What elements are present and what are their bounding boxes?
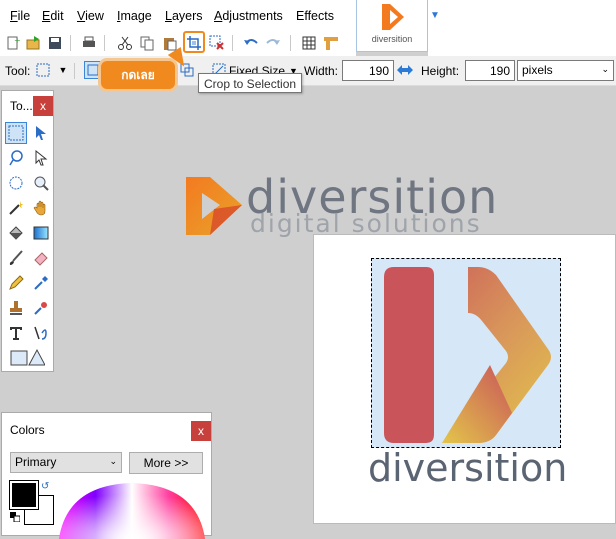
crop-button-highlight	[183, 31, 205, 53]
move-selected-tool-icon[interactable]	[30, 122, 52, 144]
shapes-tool-icon[interactable]	[5, 346, 49, 368]
eraser-tool-icon[interactable]	[30, 247, 52, 269]
menu-effects[interactable]: Effects	[296, 9, 334, 23]
clone-stamp-tool-icon[interactable]	[5, 297, 27, 319]
units-select[interactable]: pixels ⌄	[517, 60, 614, 81]
pencil-tool-icon[interactable]	[5, 272, 27, 294]
line-curve-tool-icon[interactable]	[30, 322, 52, 344]
menu-layers[interactable]: Layers	[165, 9, 203, 23]
ellipse-select-tool-icon[interactable]	[5, 172, 27, 194]
menu-view[interactable]: View	[77, 9, 104, 23]
undo-icon[interactable]	[242, 34, 260, 52]
grid-icon[interactable]	[300, 34, 318, 52]
paintbrush-tool-icon[interactable]	[5, 247, 27, 269]
primary-color-swatch[interactable]	[9, 480, 39, 510]
ruler-icon[interactable]	[322, 34, 340, 52]
colors-panel: Colors x Primary ⌄ More >> ↺	[1, 412, 212, 539]
more-colors-button[interactable]: More >>	[129, 452, 203, 474]
color-mode-value: Primary	[15, 455, 57, 469]
document-tab[interactable]: diversition	[356, 0, 428, 52]
recolor-tool-icon[interactable]	[30, 297, 52, 319]
image-brand-text: diversition	[368, 446, 568, 490]
toolbar-right-area	[428, 30, 616, 56]
text-tool-icon[interactable]	[5, 322, 27, 344]
tool-options-bar: Tool: ▼ Fixed Size ▼ Width: Height: pixe…	[0, 56, 616, 86]
menu-edit[interactable]: Edit	[42, 9, 64, 23]
link-dimensions-icon[interactable]	[396, 61, 414, 79]
color-wheel[interactable]	[57, 479, 207, 539]
menu-file[interactable]: File	[10, 9, 30, 23]
rectangle-select-icon[interactable]	[34, 61, 52, 79]
tool-dropdown-chevron-icon[interactable]: ▼	[54, 61, 72, 79]
rectangle-select-tool-icon[interactable]	[5, 122, 27, 144]
svg-text:+: +	[14, 36, 21, 45]
toolbar-separator	[104, 35, 105, 51]
redo-icon[interactable]	[264, 34, 282, 52]
colors-panel-title: Colors	[10, 423, 45, 437]
width-input[interactable]	[342, 60, 394, 81]
tool-label: Tool:	[5, 64, 31, 78]
document-thumbnail-logo-icon	[382, 4, 404, 30]
deselect-icon[interactable]	[208, 34, 226, 52]
print-icon[interactable]	[80, 34, 98, 52]
copy-icon[interactable]	[138, 34, 156, 52]
menu-image[interactable]: Image	[117, 9, 152, 23]
tools-panel-close-button[interactable]: x	[33, 96, 53, 116]
toolbar-separator	[70, 35, 71, 51]
gradient-tool-icon[interactable]	[30, 222, 52, 244]
selection-rectangle[interactable]	[371, 258, 561, 448]
watermark-logo-icon	[186, 177, 242, 235]
swap-colors-icon[interactable]: ↺	[41, 481, 49, 492]
tab-list-chevron-icon[interactable]: ▼	[430, 10, 440, 21]
colors-panel-close-button[interactable]: x	[191, 421, 211, 441]
lasso-select-tool-icon[interactable]	[5, 147, 27, 169]
new-file-icon[interactable]: +	[4, 34, 22, 52]
crop-tooltip: Crop to Selection	[198, 73, 303, 93]
toolbar-separator	[232, 35, 233, 51]
magic-wand-tool-icon[interactable]	[5, 197, 27, 219]
save-icon[interactable]	[46, 34, 64, 52]
cut-icon[interactable]	[116, 34, 134, 52]
image-logo-icon	[384, 267, 551, 443]
color-mode-chevron-icon: ⌄	[109, 456, 117, 466]
menu-adjustments[interactable]: Adjustments	[214, 9, 283, 23]
document-tab-caption: diversition	[371, 34, 413, 44]
height-label: Height:	[421, 64, 460, 78]
toolbar-separator	[290, 35, 291, 51]
units-chevron-icon: ⌄	[601, 64, 609, 74]
height-input[interactable]	[465, 60, 515, 81]
reset-colors-icon[interactable]	[10, 511, 21, 523]
zoom-tool-icon[interactable]	[30, 172, 52, 194]
pan-tool-icon[interactable]	[30, 197, 52, 219]
menu-bar: File Edit View Image Layers Adjustments …	[0, 0, 616, 30]
color-picker-tool-icon[interactable]	[30, 272, 52, 294]
open-file-icon[interactable]	[24, 34, 42, 52]
tools-panel: To... x	[1, 90, 54, 372]
paint-bucket-tool-icon[interactable]	[5, 222, 27, 244]
tools-panel-title: To...	[10, 99, 33, 113]
instruction-callout: กดเลย	[98, 58, 178, 92]
color-mode-select[interactable]: Primary ⌄	[10, 452, 122, 473]
toolbar-separator	[74, 63, 75, 79]
units-select-value: pixels	[522, 63, 553, 77]
width-label: Width:	[304, 64, 339, 78]
move-selection-tool-icon[interactable]	[30, 147, 52, 169]
